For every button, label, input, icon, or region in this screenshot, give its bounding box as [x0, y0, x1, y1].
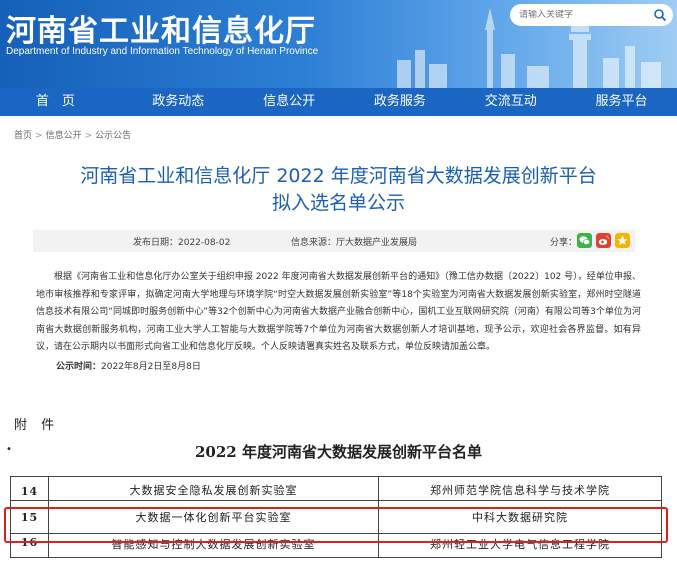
nav-item-info-disclosure[interactable]: 信息公开 [234, 88, 345, 116]
annex-label: 附 件 [14, 418, 60, 433]
row-number: 16 [10, 533, 49, 558]
table-row: 15 大数据一体化创新平台实验室 中科大数据研究院 [10, 500, 662, 534]
share-icons [577, 233, 630, 248]
wechat-share-icon[interactable] [577, 233, 592, 248]
article-title-line2: 拟入选名单公示 [271, 192, 405, 214]
breadcrumb-separator: > [35, 131, 43, 141]
unit-name: 中科大数据研究院 [378, 500, 662, 534]
unit-name: 郑州师范学院信息科学与技术学院 [378, 476, 662, 501]
weibo-share-icon[interactable] [596, 233, 611, 248]
publish-date: 发布日期：2022-08-02 [133, 238, 231, 248]
search-input[interactable] [519, 10, 649, 20]
lab-name: 智能感知与控制大数据发展创新实验室 [48, 533, 379, 558]
search-icon[interactable] [653, 8, 667, 22]
breadcrumb-separator: > [84, 131, 93, 141]
attachment-document-image: 附 件 • 2022 年度河南省大数据发展创新平台名单 14 大数据安全隐私发展… [0, 378, 677, 581]
article-body: 根据《河南省工业和信息化厅办公室关于组织申报 2022 年度河南省大数据发展创新… [36, 272, 641, 352]
search-box[interactable] [510, 4, 673, 26]
main-nav: 首 页 政务动态 信息公开 政务服务 交流互动 服务平台 [0, 88, 677, 116]
header-banner: 河南省工业和信息化厅 Department of Industry and In… [0, 0, 677, 88]
breadcrumb-info[interactable]: 信息公开 [46, 131, 82, 141]
article-meta-bar: 发布日期：2022-08-02 信息来源：厅大数据产业发展局 分享： [33, 230, 635, 252]
platform-list-table: 14 大数据安全隐私发展创新实验室 郑州师范学院信息科学与技术学院 15 大数据… [10, 476, 662, 558]
nav-item-interaction[interactable]: 交流互动 [455, 88, 566, 116]
site-subtitle: Department of Industry and Information T… [6, 46, 319, 57]
site-title: 河南省工业和信息化厅 [6, 14, 316, 49]
breadcrumb-home[interactable]: 首页 [14, 131, 32, 141]
qzone-share-icon[interactable] [615, 233, 630, 248]
nav-item-services[interactable]: 政务服务 [344, 88, 455, 116]
unit-name: 郑州轻工业大学电气信息工程学院 [378, 533, 662, 558]
document-title: 2022 年度河南省大数据发展创新平台名单 [195, 443, 482, 461]
article-title: 河南省工业和信息化厅 2022 年度河南省大数据发展创新平台 拟入选名单公示 [0, 163, 677, 217]
notice-period-label: 公示时间： [56, 362, 102, 372]
nav-item-platform[interactable]: 服务平台 [566, 88, 677, 116]
breadcrumb: 首页 > 信息公开 > 公示公告 [14, 128, 131, 141]
table-row: 14 大数据安全隐私发展创新实验室 郑州师范学院信息科学与技术学院 [10, 476, 662, 501]
info-source: 信息来源：厅大数据产业发展局 [291, 238, 418, 248]
nav-item-home[interactable]: 首 页 [0, 88, 123, 116]
row-number: 14 [10, 476, 49, 501]
share-label: 分享： [550, 238, 578, 248]
article-title-line1: 河南省工业和信息化厅 2022 年度河南省大数据发展创新平台 [80, 165, 597, 187]
breadcrumb-notices[interactable]: 公示公告 [95, 131, 131, 141]
row-number: 15 [10, 500, 49, 534]
table-row: 16 智能感知与控制大数据发展创新实验室 郑州轻工业大学电气信息工程学院 [10, 533, 662, 558]
lab-name: 大数据安全隐私发展创新实验室 [48, 476, 379, 501]
nav-item-news[interactable]: 政务动态 [123, 88, 234, 116]
notice-period-value: 2022年8月2日至8月8日 [101, 362, 201, 372]
notice-period: 公示时间：2022年8月2日至8月8日 [56, 359, 201, 372]
lab-name: 大数据一体化创新平台实验室 [48, 500, 379, 534]
